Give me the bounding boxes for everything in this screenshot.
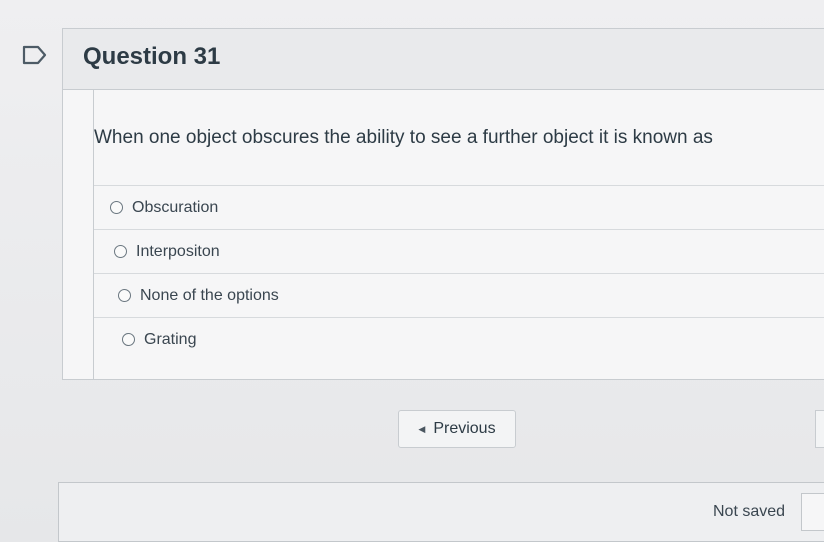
radio-button[interactable] <box>110 201 123 214</box>
question-body: When one object obscures the ability to … <box>93 89 824 379</box>
flag-icon[interactable] <box>22 44 48 66</box>
submit-footer: Not saved <box>58 482 824 542</box>
answer-label: Grating <box>144 330 197 348</box>
submit-button[interactable] <box>801 493 824 531</box>
next-button[interactable] <box>815 410 824 448</box>
answer-list: Obscuration Interpositon None of the opt… <box>94 185 824 361</box>
radio-button[interactable] <box>122 333 135 346</box>
quiz-page: Question 31 When one object obscures the… <box>0 0 824 542</box>
radio-button[interactable] <box>114 245 127 258</box>
question-title: Question 31 <box>83 43 221 70</box>
question-header: Question 31 <box>63 29 824 90</box>
answer-option-grating[interactable]: Grating <box>94 317 824 361</box>
previous-label: Previous <box>433 420 496 437</box>
answer-label: None of the options <box>140 286 279 304</box>
answer-label: Obscuration <box>132 198 219 216</box>
radio-button[interactable] <box>118 289 131 302</box>
answer-option-obscuration[interactable]: Obscuration <box>94 185 824 229</box>
question-text: When one object obscures the ability to … <box>94 127 713 148</box>
answer-option-none[interactable]: None of the options <box>94 273 824 317</box>
save-status: Not saved <box>713 503 786 520</box>
question-card: Question 31 When one object obscures the… <box>62 28 824 380</box>
answer-option-interpositon[interactable]: Interpositon <box>94 229 824 273</box>
answer-label: Interpositon <box>136 242 220 260</box>
previous-button[interactable]: ◀ Previous <box>398 410 516 448</box>
triangle-left-icon: ◀ <box>418 423 426 434</box>
